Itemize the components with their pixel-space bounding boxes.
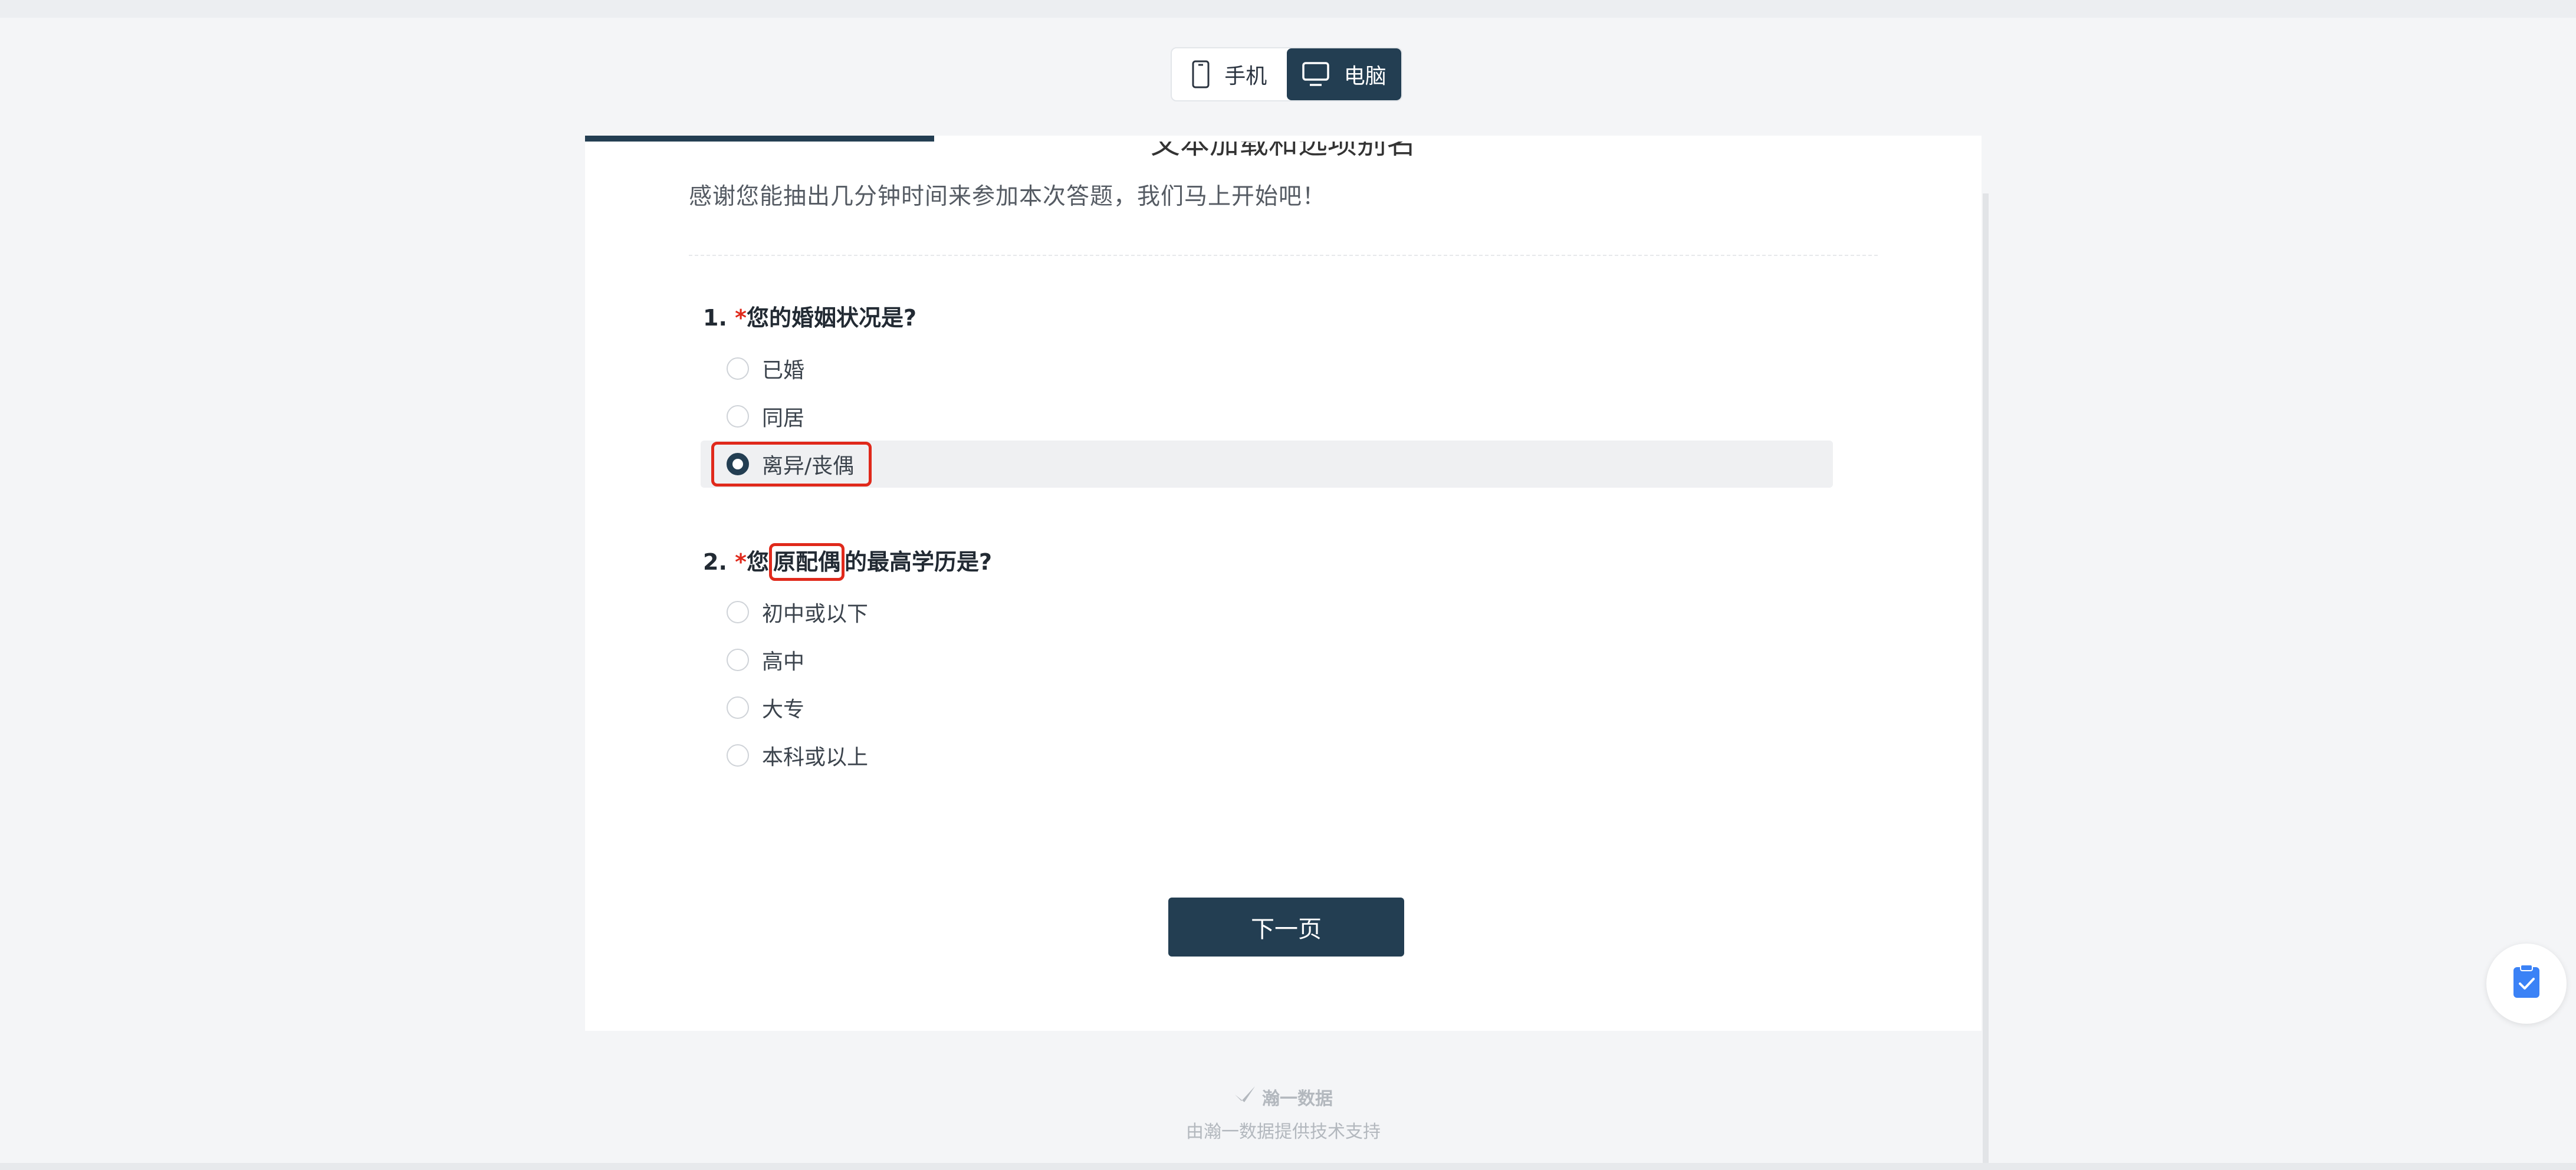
- survey-card: 文本加载和选项别名 感谢您能抽出几分钟时间来参加本次答题，我们马上开始吧！ 1.…: [585, 136, 1982, 1031]
- device-toggle: 手机 电脑: [1171, 47, 1402, 101]
- q1-option-cohabiting[interactable]: 同居: [701, 393, 1833, 440]
- question-text-before: 您: [747, 549, 770, 575]
- radio-button[interactable]: [727, 405, 749, 428]
- option-label: 已婚: [762, 359, 805, 383]
- question-text-after: 的最高学历是?: [845, 549, 993, 575]
- question-2-title: 2. *您 原配偶 的最高学历是?: [703, 543, 993, 581]
- browser-top-strip: [0, 0, 2576, 18]
- question-number: 1.: [703, 305, 727, 331]
- desktop-view-label: 电脑: [1343, 64, 1386, 88]
- option-label: 高中: [762, 650, 805, 674]
- question-number: 2.: [703, 549, 727, 575]
- survey-page: 手机 电脑 文本加载和选项别名 感谢您能抽出几分钟时间来参加本次答题，我们马上开…: [0, 0, 2576, 1170]
- question-text: 您的婚姻状况是?: [747, 305, 917, 331]
- clipboard-check-icon: [2511, 964, 2542, 1003]
- option-label: 同居: [762, 406, 805, 430]
- check-logo-icon: [1234, 1084, 1256, 1109]
- radio-button[interactable]: [727, 649, 749, 671]
- brand-name: 瀚一数据: [1262, 1089, 1333, 1109]
- intro-divider: [689, 255, 1878, 256]
- required-mark: *: [735, 549, 747, 575]
- option-label: 离异/丧偶: [762, 454, 855, 478]
- radio-button-checked[interactable]: [727, 453, 749, 475]
- required-mark: *: [735, 305, 747, 331]
- radio-button[interactable]: [727, 601, 749, 623]
- tech-support-text: 由瀚一数据提供技术支持: [1186, 1122, 1381, 1142]
- monitor-icon: [1302, 61, 1330, 87]
- q1-option-divorced-widowed[interactable]: 离异/丧偶: [701, 441, 1833, 488]
- option-label: 初中或以下: [762, 602, 869, 626]
- radio-button[interactable]: [727, 696, 749, 719]
- radio-button[interactable]: [727, 357, 749, 380]
- radio-button[interactable]: [727, 744, 749, 767]
- q1-option-married[interactable]: 已婚: [701, 345, 1833, 392]
- mobile-view-button[interactable]: 手机: [1172, 48, 1287, 100]
- progress-bar-fill: [585, 136, 934, 142]
- mobile-view-label: 手机: [1224, 64, 1267, 88]
- q2-option-junior-high[interactable]: 初中或以下: [701, 589, 1833, 636]
- q2-option-bachelor[interactable]: 本科或以上: [701, 732, 1833, 779]
- option-label: 本科或以上: [762, 745, 869, 770]
- scrollbar[interactable]: [1983, 193, 1989, 1164]
- question-1-title: 1. *您的婚姻状况是?: [703, 300, 916, 332]
- browser-bottom-strip: [0, 1163, 2576, 1170]
- option-label: 大专: [762, 698, 805, 722]
- q2-option-college[interactable]: 大专: [701, 684, 1833, 731]
- footer: 瀚一数据 由瀚一数据提供技术支持: [585, 1084, 1982, 1143]
- q2-option-high-school[interactable]: 高中: [701, 636, 1833, 683]
- floating-action-button[interactable]: [2486, 944, 2567, 1024]
- desktop-view-button[interactable]: 电脑: [1286, 48, 1401, 100]
- progress-bar: [585, 136, 1982, 142]
- next-page-button[interactable]: 下一页: [1168, 898, 1404, 957]
- survey-intro: 感谢您能抽出几分钟时间来参加本次答题，我们马上开始吧！: [689, 183, 1326, 210]
- footer-brand: 瀚一数据: [585, 1084, 1982, 1110]
- highlighted-alias-text: 原配偶: [769, 543, 845, 581]
- phone-icon: [1191, 60, 1210, 89]
